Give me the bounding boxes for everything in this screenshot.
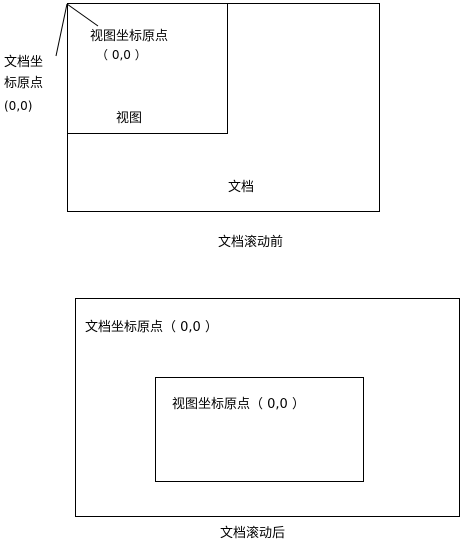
doc-origin-label-line2: 标原点 — [4, 76, 44, 91]
view-origin-label: 视图坐标原点 — [90, 29, 169, 44]
caption-after: 文档滚动后 — [220, 526, 286, 541]
doc-origin-label-after: 文档坐标原点（ 0,0 ） — [85, 320, 218, 335]
view-label: 视图 — [116, 111, 143, 126]
view-before-box — [67, 3, 228, 134]
caption-before: 文档滚动前 — [218, 235, 284, 250]
view-origin-label-after: 视图坐标原点（ 0,0 ） — [172, 397, 305, 412]
doc-origin-coords: (0,0) — [4, 99, 33, 113]
view-after-box — [155, 377, 364, 482]
doc-origin-label-line1: 文档坐 — [4, 55, 44, 70]
document-label: 文档 — [228, 180, 255, 195]
view-origin-coords: （ 0,0 ） — [96, 48, 147, 62]
doc-origin-pointer — [55, 3, 68, 57]
